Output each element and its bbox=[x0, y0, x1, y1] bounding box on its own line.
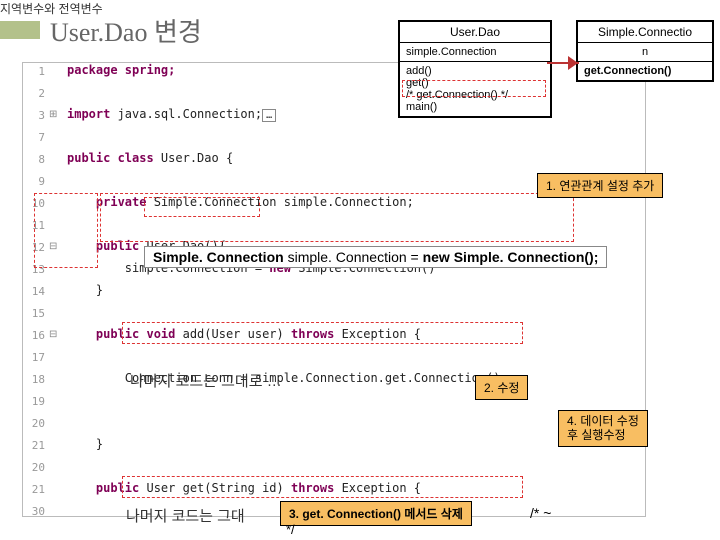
uml-method: get.Connection() bbox=[578, 62, 712, 80]
uml-arrowhead-icon bbox=[568, 56, 578, 70]
annotation-comment-open: /* ~ bbox=[530, 505, 551, 521]
uml-class-name: User.Dao bbox=[400, 22, 550, 43]
annotation-code-line: Simple. Connection simple. Connection = … bbox=[144, 246, 607, 268]
highlight-box bbox=[122, 476, 523, 498]
uml-class-name: Simple.Connectio bbox=[578, 22, 712, 43]
highlight-box bbox=[122, 322, 523, 344]
fold-marker-icon: ⊞ bbox=[49, 109, 61, 121]
code-area: package spring; import java.sql.Connecti… bbox=[67, 63, 508, 517]
line-number-gutter: 1 2 3 7 8 9 10 11 12 13 14 15 16 17 18 1… bbox=[23, 63, 49, 517]
uml-sub: n bbox=[578, 43, 712, 62]
uml-class-userdao: User.Dao simple.Connection add() get() /… bbox=[398, 20, 552, 118]
marker-column: ⊞ ⊟ ⊟ bbox=[49, 63, 63, 516]
annotation-rest-1: 나머지 코드는 그대로 … bbox=[130, 370, 282, 391]
title-accent bbox=[0, 21, 40, 39]
highlight-box bbox=[34, 193, 98, 268]
slide-title: User.Dao 변경 bbox=[50, 12, 202, 49]
fold-marker-icon: ⊟ bbox=[49, 329, 61, 341]
annotation-3: 3. get. Connection() 메서드 삭제 bbox=[280, 501, 472, 526]
annotation-2: 2. 수정 bbox=[475, 375, 528, 400]
highlight-box bbox=[144, 197, 260, 217]
annotation-rest-2: 나머지 코드는 그대 bbox=[126, 505, 245, 526]
highlight-box bbox=[402, 80, 546, 97]
annotation-4: 4. 데이터 수정 후 실행수정 bbox=[558, 410, 648, 447]
code-editor: 1 2 3 7 8 9 10 11 12 13 14 15 16 17 18 1… bbox=[22, 62, 646, 517]
uml-fields: simple.Connection bbox=[400, 43, 550, 62]
uml-class-simpleconnection: Simple.Connectio n get.Connection() bbox=[576, 20, 714, 82]
annotation-comment-close: */ bbox=[286, 522, 295, 537]
annotation-1: 1. 연관관계 설정 추가 bbox=[537, 173, 663, 198]
